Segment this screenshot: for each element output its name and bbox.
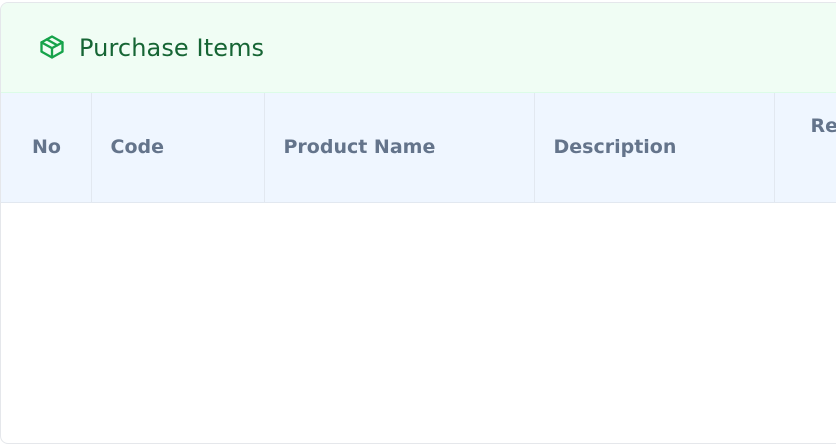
column-header-remarks[interactable]: Re — [774, 93, 836, 203]
table-header: No Code Product Name Description Re — [1, 93, 836, 203]
column-header-description[interactable]: Description — [534, 93, 775, 203]
table-header-row: No Code Product Name Description Re — [1, 93, 836, 203]
purchase-items-table: No Code Product Name Description Re — [1, 93, 836, 203]
panel-title: Purchase Items — [79, 33, 265, 62]
column-header-product-name[interactable]: Product Name — [264, 93, 535, 203]
package-icon — [37, 32, 67, 62]
panel-header: Purchase Items — [1, 3, 836, 93]
column-header-no[interactable]: No — [1, 93, 92, 203]
column-header-code[interactable]: Code — [91, 93, 265, 203]
purchase-items-panel: Purchase Items No Code Product Name Desc… — [0, 2, 836, 444]
